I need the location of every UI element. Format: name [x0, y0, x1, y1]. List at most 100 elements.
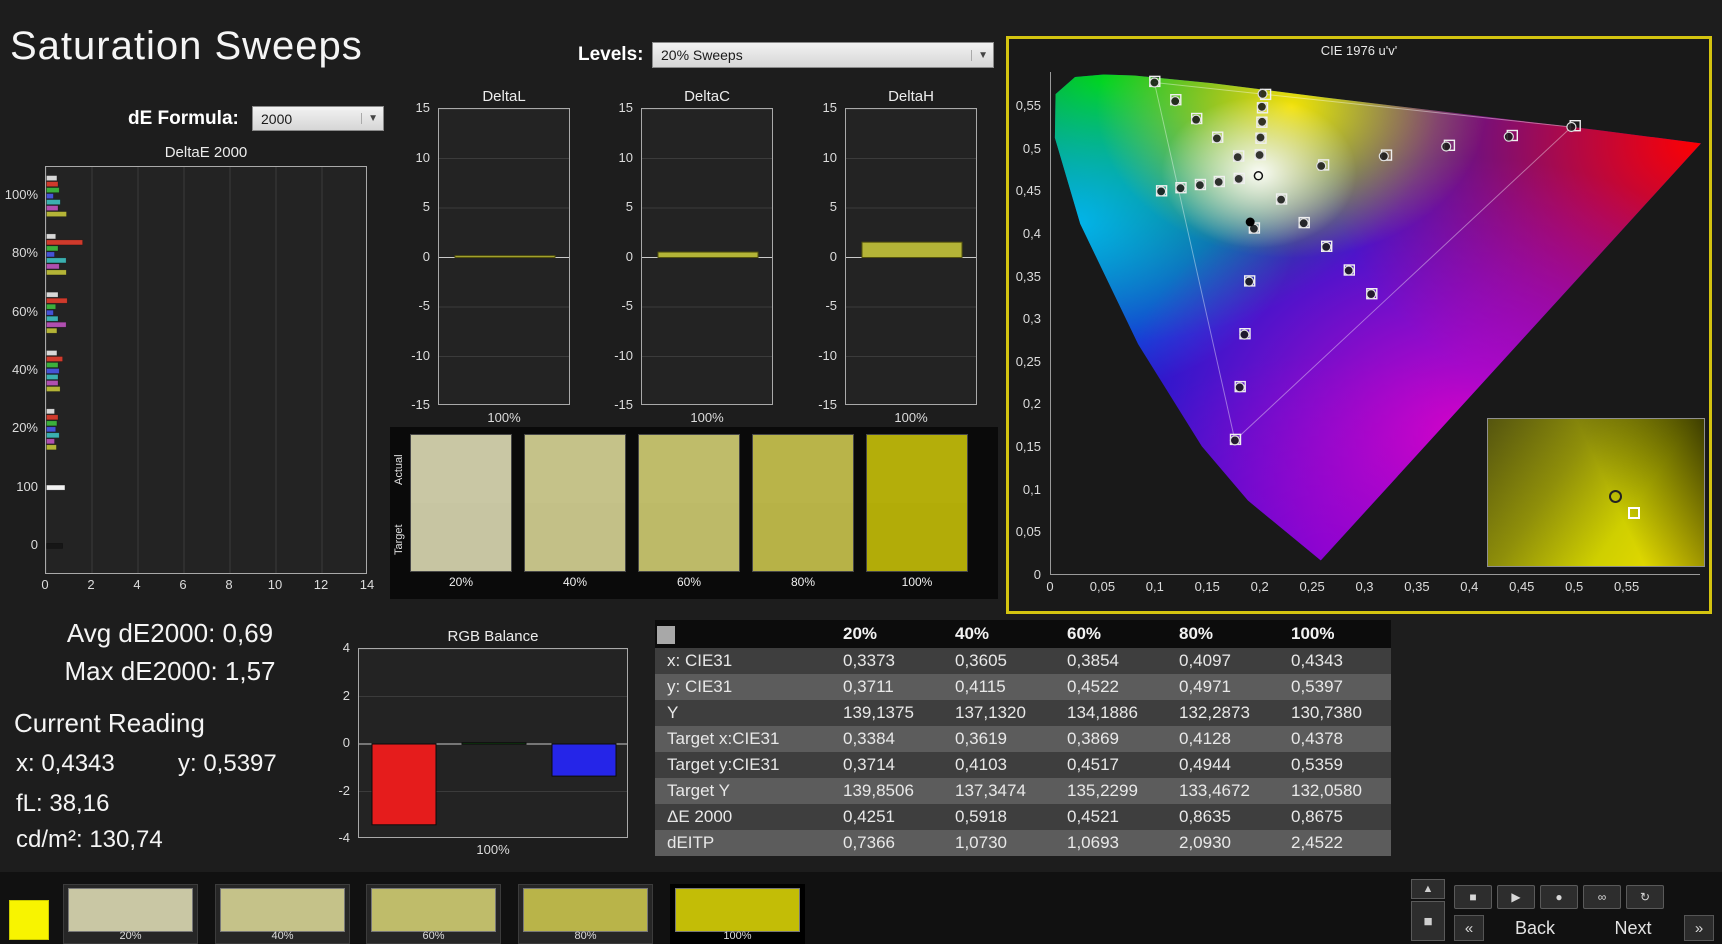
- table-row: dEITP0,73661,07301,06932,09302,4522: [655, 830, 1391, 856]
- cie-y-tick: 0,2: [1023, 396, 1041, 411]
- deltae-x-tick: 6: [173, 577, 193, 592]
- table-header-cell: 100%: [1279, 620, 1391, 648]
- chevron-down-icon: ▼: [361, 113, 378, 124]
- next-button[interactable]: Next: [1590, 915, 1676, 941]
- table-cell: 1,0693: [1055, 830, 1167, 856]
- target-half: [867, 503, 967, 571]
- de-formula-dropdown[interactable]: 2000 ▼: [252, 106, 384, 131]
- measured-point-cyan: [1214, 178, 1223, 187]
- panel-tile-icon[interactable]: ■: [1411, 901, 1445, 941]
- current-fl: fL: 38,16: [16, 790, 109, 818]
- strip-swatch-label: 100%: [866, 575, 968, 589]
- page-title: Saturation Sweeps: [10, 24, 363, 69]
- table-cell: 132,2873: [1167, 700, 1279, 726]
- cie-x-tick: 0,5: [1556, 579, 1592, 594]
- deltae-plot: [45, 166, 367, 574]
- deltaC-y-tick: -5: [621, 298, 633, 313]
- table-cell: 0,5918: [943, 804, 1055, 830]
- refresh-icon[interactable]: ↻: [1626, 885, 1664, 909]
- deltaL-y-tick: 10: [416, 150, 430, 165]
- table-header-row: 20%40%60%80%100%: [655, 620, 1391, 648]
- deltaH-y-tick: -5: [825, 298, 837, 313]
- deltae-bar: [47, 298, 68, 303]
- deltaL-bar: [455, 256, 555, 258]
- measured-point-magenta: [1322, 242, 1331, 251]
- play-icon[interactable]: ▶: [1497, 885, 1535, 909]
- deltaC-y-tick: -10: [614, 348, 633, 363]
- current-patch-swatch[interactable]: [9, 900, 49, 940]
- table-cell: 0,4097: [1167, 648, 1279, 674]
- measured-point-cyan: [1195, 181, 1204, 190]
- next-arrow-icon[interactable]: »: [1684, 915, 1714, 941]
- level-swatch-80%[interactable]: 80%: [518, 884, 653, 944]
- panel-up-icon[interactable]: ▲: [1411, 879, 1445, 899]
- table-cell: 0,4522: [1055, 674, 1167, 700]
- back-arrow-icon[interactable]: «: [1454, 915, 1484, 941]
- table-row: Target Y139,8506137,3474135,2299133,4672…: [655, 778, 1391, 804]
- swatch-face: [523, 888, 648, 932]
- levels-label: Levels:: [578, 44, 643, 66]
- swatch-face: [68, 888, 193, 932]
- actual-half: [639, 435, 739, 503]
- strip-swatch-label: 60%: [638, 575, 740, 589]
- deltae-y-axis: 100%80%60%40%20%1000: [0, 166, 42, 574]
- deltaC-y-tick: 5: [626, 199, 633, 214]
- deltae-bar: [47, 375, 59, 380]
- deltaH-y-tick: 5: [830, 199, 837, 214]
- measured-point-magenta: [1367, 290, 1376, 299]
- deltaH-y-tick: 15: [823, 100, 837, 115]
- cie-x-tick: 0,4: [1451, 579, 1487, 594]
- rgb-balance-plot: [358, 648, 628, 838]
- deltae-bar: [47, 234, 56, 239]
- back-button[interactable]: Back: [1492, 915, 1578, 941]
- deltae-bar: [47, 316, 59, 321]
- level-swatch-60%[interactable]: 60%: [366, 884, 501, 944]
- measured-point-yellow: [1258, 89, 1267, 98]
- deltae-chart-title: DeltaE 2000: [45, 144, 367, 161]
- cie-x-tick: 0: [1032, 579, 1068, 594]
- cie-y-tick: 0,3: [1023, 311, 1041, 326]
- rgb-y-tick: 2: [343, 688, 350, 703]
- record-icon[interactable]: ●: [1540, 885, 1578, 909]
- loop-icon[interactable]: ∞: [1583, 885, 1621, 909]
- deltae-bar: [47, 182, 59, 187]
- current-x: x: 0,4343: [16, 750, 115, 778]
- deltae-bar: [47, 357, 63, 362]
- measured-point-magenta: [1344, 266, 1353, 275]
- row-label: Target y:CIE31: [655, 752, 831, 778]
- table-cell: 2,4522: [1279, 830, 1391, 856]
- cie-x-tick: 0,2: [1242, 579, 1278, 594]
- deltaL-y-tick: 5: [423, 199, 430, 214]
- levels-dropdown[interactable]: 20% Sweeps ▼: [652, 42, 994, 68]
- deltaH-y-tick: -15: [818, 397, 837, 412]
- measured-point-blue: [1245, 277, 1254, 286]
- rgb-bar-blue: [552, 744, 616, 776]
- deltae-y-tick: 100%: [5, 187, 38, 202]
- deltal-x-label: 100%: [438, 410, 570, 425]
- deltah-chart: DeltaH 151050-5-10-15 100%: [809, 88, 977, 433]
- cie-y-tick: 0,15: [1016, 439, 1041, 454]
- deltae-x-tick: 10: [265, 577, 285, 592]
- table-row: x: CIE310,33730,36050,38540,40970,4343: [655, 648, 1391, 674]
- swatch-btn-label: 80%: [519, 930, 652, 942]
- de-formula-value: 2000: [261, 111, 292, 127]
- deltae-x-tick: 4: [127, 577, 147, 592]
- deltae-bar: [47, 485, 65, 490]
- swatch-btn-label: 100%: [671, 930, 804, 942]
- deltae-bar: [47, 322, 67, 327]
- cie-x-tick: 0,45: [1504, 579, 1540, 594]
- deltae-bar: [47, 427, 56, 432]
- level-swatch-100%[interactable]: 100%: [670, 884, 805, 944]
- cie-diagram-panel: CIE 1976 u'v' 00,050,10,150,20,250,30,35…: [1006, 36, 1712, 614]
- stop-icon[interactable]: ■: [1454, 885, 1492, 909]
- deltae-y-tick: 40%: [12, 362, 38, 377]
- level-swatch-40%[interactable]: 40%: [215, 884, 350, 944]
- table-cell: 0,3384: [831, 726, 943, 752]
- measured-point-cyan: [1157, 187, 1166, 196]
- level-swatch-20%[interactable]: 20%: [63, 884, 198, 944]
- actual-row-label: Actual: [392, 437, 406, 503]
- table-cell: 2,0930: [1167, 830, 1279, 856]
- table-cell: 1,0730: [943, 830, 1055, 856]
- white-point: [1254, 172, 1262, 180]
- deltaL-y-tick: -5: [418, 298, 430, 313]
